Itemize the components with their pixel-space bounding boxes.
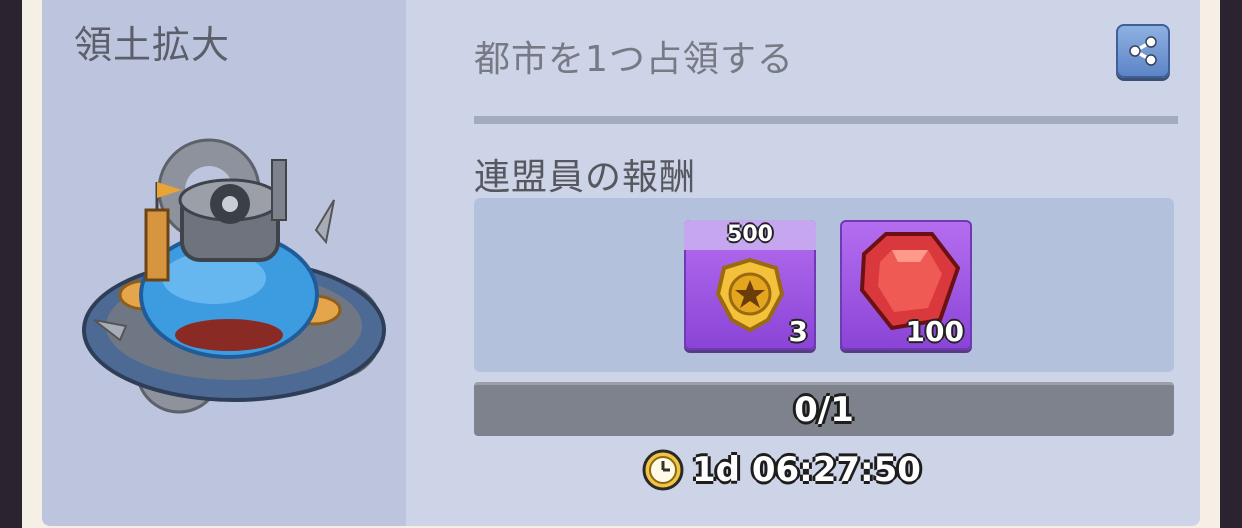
building-image	[82, 138, 386, 414]
clock-icon	[642, 449, 684, 491]
reward-item-gem[interactable]: 100	[840, 220, 972, 350]
timer-text: 1d 06:27:50	[692, 450, 921, 490]
rewards-section-title: 連盟員の報酬	[474, 157, 697, 198]
reward-item-medal[interactable]: 500 3	[684, 220, 816, 350]
progress-bar: 0/1	[474, 382, 1174, 436]
section-divider	[474, 116, 1178, 124]
reward-item-count: 100	[905, 315, 964, 348]
mission-card: 領土拡大 都市を1つ占領する 連盟員の報酬 500 3 100 0/1 1d 0…	[42, 0, 1200, 526]
share-icon	[1129, 36, 1157, 66]
reward-list: 500 3 100	[474, 198, 1174, 372]
mission-image-panel: 領土拡大	[42, 0, 406, 526]
mission-title: 領土拡大	[74, 23, 231, 67]
share-button[interactable]	[1116, 24, 1170, 78]
progress-text: 0/1	[794, 390, 854, 430]
mission-objective: 都市を1つ占領する	[474, 39, 794, 80]
reward-item-count: 3	[788, 315, 808, 348]
countdown-timer: 1d 06:27:50	[642, 446, 921, 494]
